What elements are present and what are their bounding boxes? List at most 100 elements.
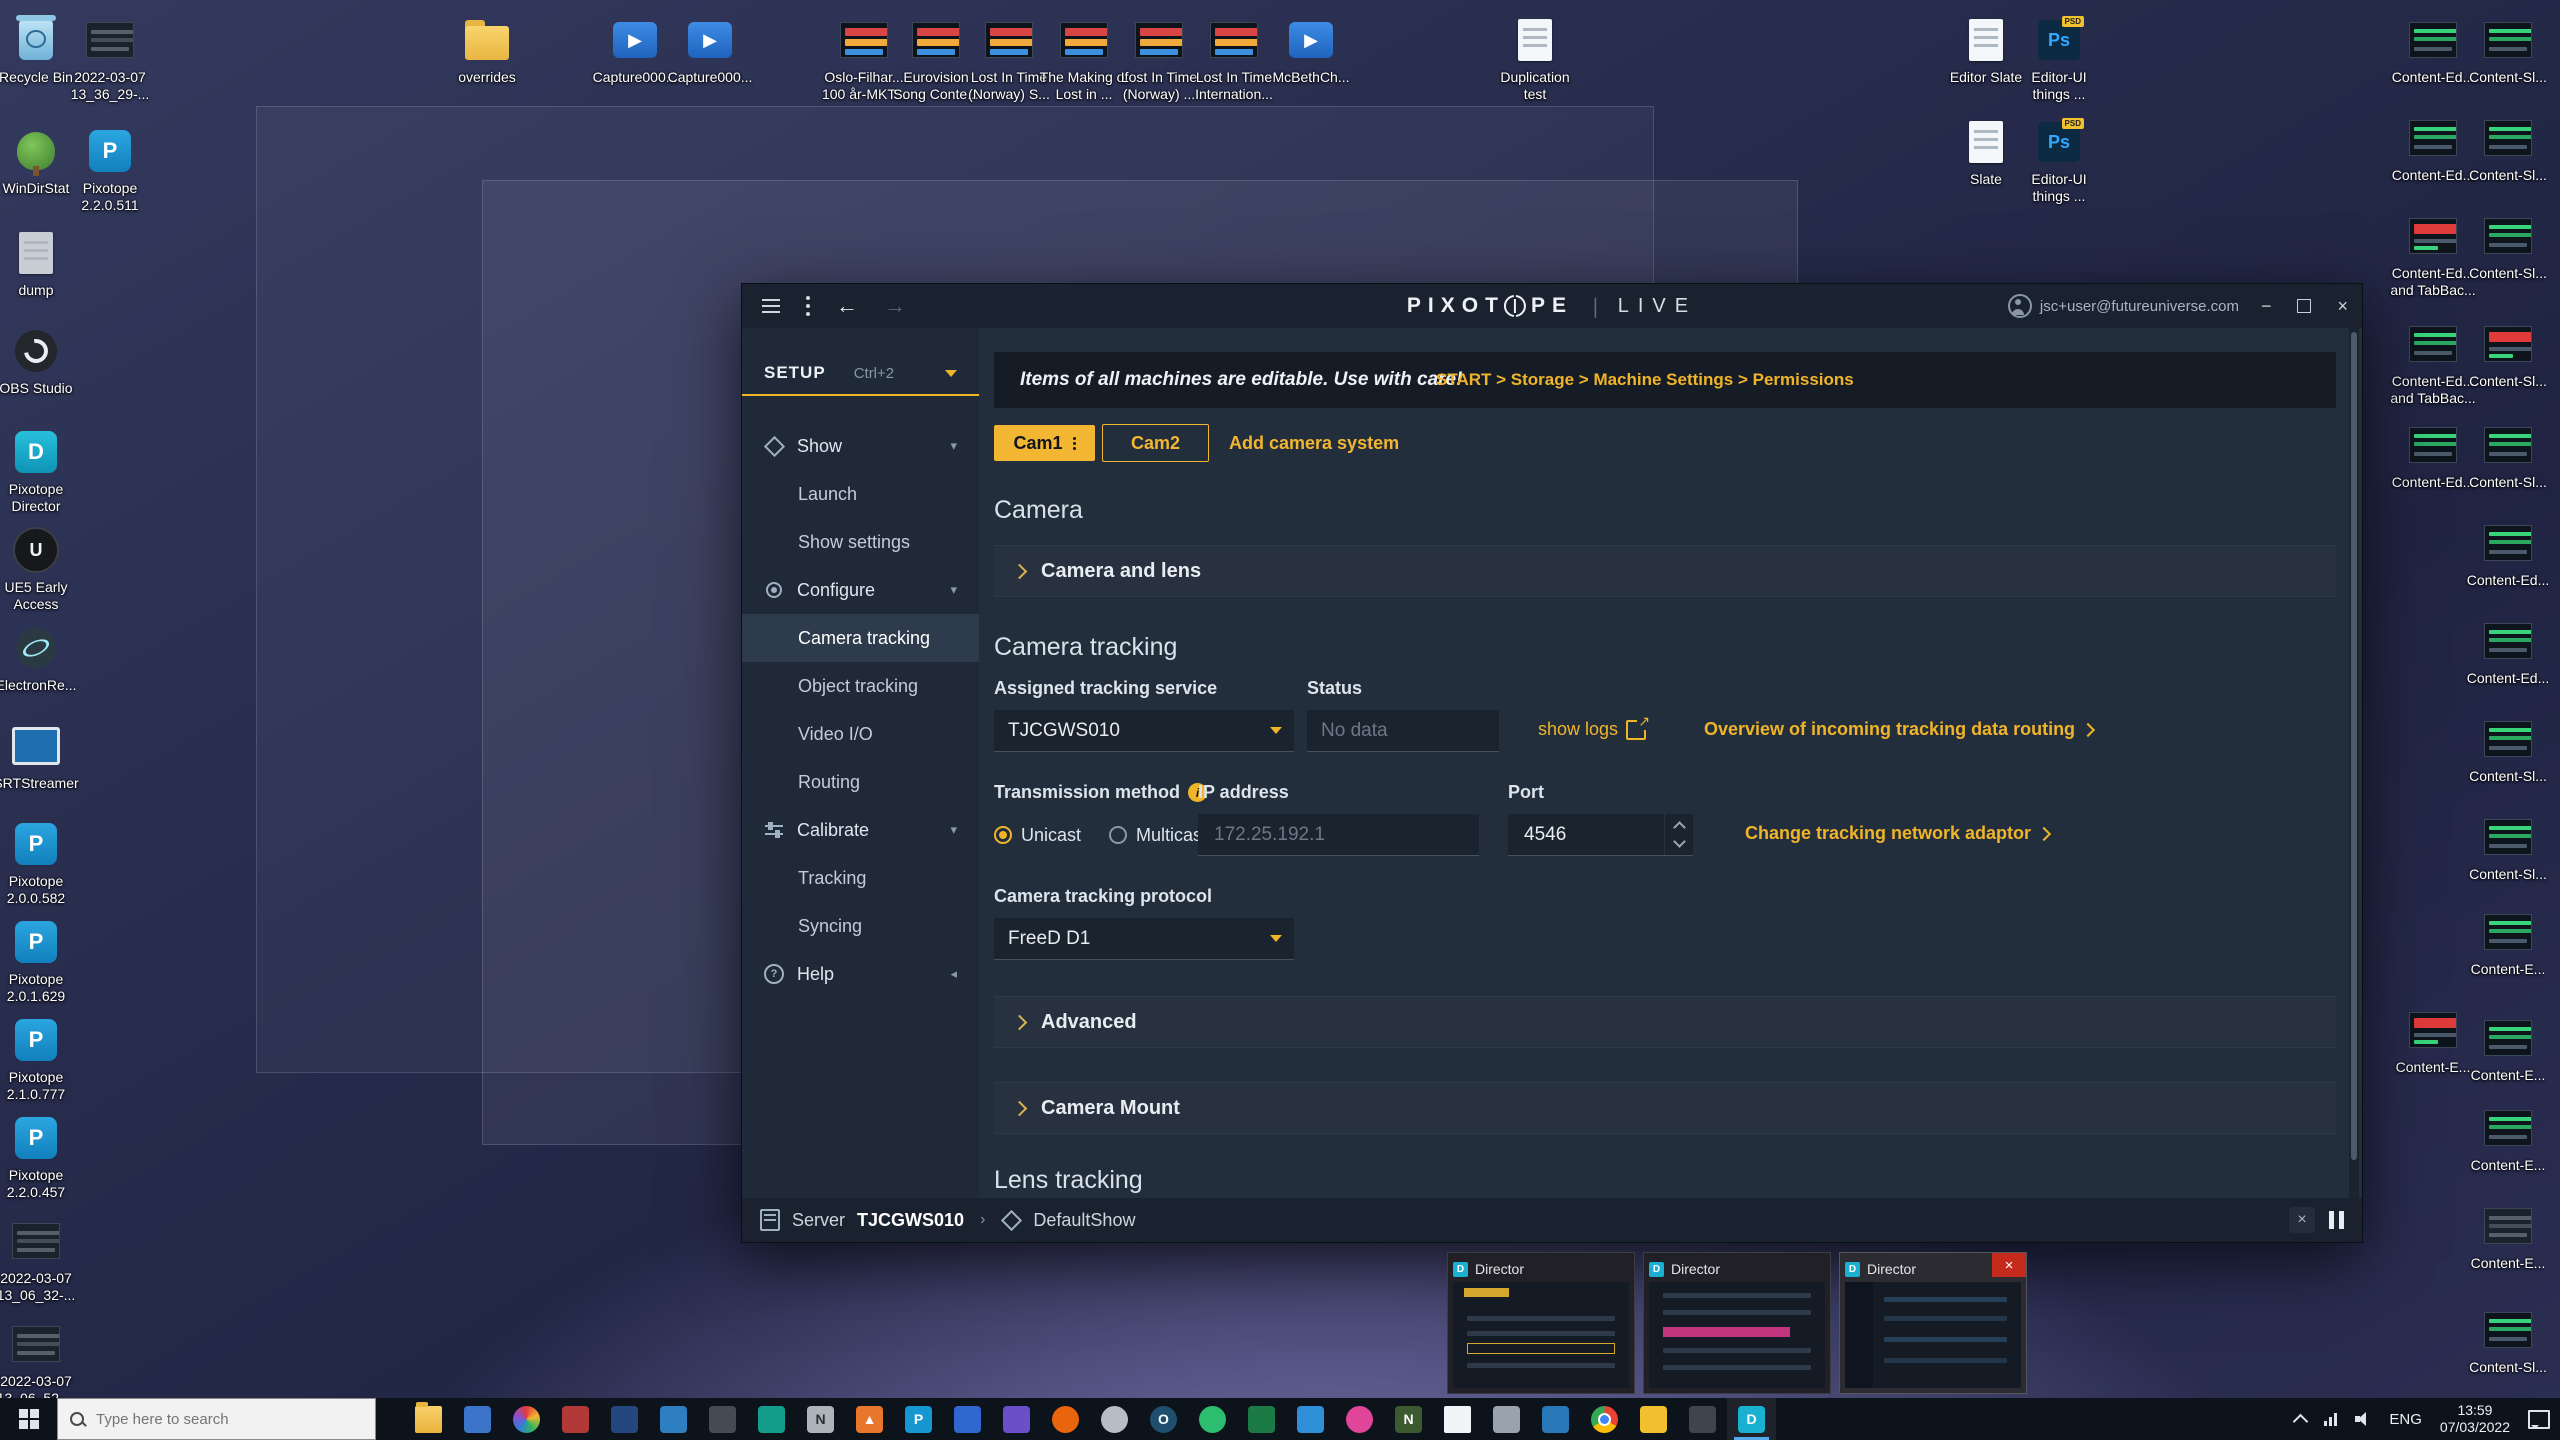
sidebar-group-calibrate[interactable]: Calibrate▾ bbox=[742, 806, 979, 854]
desktop-icon-2022-03-07-13-06-52[interactable]: 2022-03-07 13_06_52-... bbox=[0, 1320, 82, 1406]
preview-card-director[interactable]: DDirector× bbox=[1839, 1252, 2027, 1394]
sidebar-item-show-settings[interactable]: Show settings bbox=[742, 518, 979, 566]
taskbar-app-capture[interactable] bbox=[1678, 1398, 1727, 1440]
network-icon[interactable] bbox=[2324, 1413, 2337, 1426]
desktop-icon-capture000[interactable]: ▶Capture000... bbox=[664, 16, 756, 86]
desktop-icon-pixotope-2-2-0-457[interactable]: PPixotope 2.2.0.457 bbox=[0, 1114, 82, 1200]
preview-card-director[interactable]: DDirector bbox=[1643, 1252, 1831, 1394]
taskbar-app-store[interactable] bbox=[453, 1398, 502, 1440]
desktop-icon-content-e[interactable]: Content-E... bbox=[2462, 1202, 2554, 1272]
camera-and-lens-collapsible[interactable]: Camera and lens bbox=[994, 545, 2336, 597]
taskbar-app-app-pink[interactable] bbox=[1335, 1398, 1384, 1440]
advanced-collapsible[interactable]: Advanced bbox=[994, 996, 2336, 1048]
taskbar-app-calculator[interactable] bbox=[1482, 1398, 1531, 1440]
minimize-button[interactable]: − bbox=[2261, 296, 2272, 317]
ip-address-field[interactable] bbox=[1198, 814, 1479, 856]
desktop-icon-dump[interactable]: dump bbox=[0, 229, 82, 299]
close-button[interactable]: × bbox=[2337, 296, 2348, 317]
desktop-icon-content-ed[interactable]: Content-Ed... bbox=[2462, 617, 2554, 687]
port-field[interactable] bbox=[1508, 814, 1693, 856]
camera-tracking-protocol-dropdown[interactable]: FreeD D1 bbox=[994, 918, 1294, 960]
taskbar-app-app-bluewin[interactable] bbox=[1531, 1398, 1580, 1440]
taskbar-search[interactable] bbox=[57, 1398, 376, 1440]
taskbar-app-app-dgreen[interactable] bbox=[1237, 1398, 1286, 1440]
desktop-icon-electronre[interactable]: ElectronRe... bbox=[0, 624, 82, 694]
desktop-icon-editor-ui-things[interactable]: PsPSDEditor-UI things ... bbox=[2013, 16, 2105, 102]
desktop-icon-pixotope-2-1-0-777[interactable]: PPixotope 2.1.0.777 bbox=[0, 1016, 82, 1102]
assigned-tracking-service-dropdown[interactable]: TJCGWS010 bbox=[994, 710, 1294, 752]
taskbar-app-app-green[interactable] bbox=[1188, 1398, 1237, 1440]
preview-thumbnail[interactable] bbox=[1649, 1282, 1825, 1388]
back-arrow-icon[interactable]: ← bbox=[836, 293, 858, 319]
sidebar-group-help[interactable]: ?Help◂ bbox=[742, 950, 979, 998]
desktop-icon-editor-ui-things[interactable]: PsPSDEditor-UI things ... bbox=[2013, 118, 2105, 204]
collapse-sidebar-icon[interactable] bbox=[762, 297, 780, 315]
desktop-icon-content-e[interactable]: Content-E... bbox=[2462, 908, 2554, 978]
scrollbar-thumb[interactable] bbox=[2351, 332, 2357, 1160]
desktop-icon-pixotope-2-2-0-511[interactable]: PPixotope 2.2.0.511 bbox=[64, 127, 156, 213]
start-button[interactable] bbox=[0, 1398, 57, 1440]
add-camera-system-link[interactable]: Add camera system bbox=[1229, 433, 1399, 454]
sidebar-group-show[interactable]: Show▾ bbox=[742, 422, 979, 470]
preview-card-director[interactable]: DDirector bbox=[1447, 1252, 1635, 1394]
desktop-icon-content-sl[interactable]: Content-Sl... bbox=[2462, 212, 2554, 282]
desktop-icon-srtstreamer[interactable]: SRTStreamer bbox=[0, 722, 82, 792]
taskbar-app-director[interactable]: D bbox=[1727, 1398, 1776, 1440]
port-stepper[interactable] bbox=[1664, 814, 1693, 855]
panel-toggle-icon[interactable]: × bbox=[2289, 1207, 2315, 1233]
preview-thumbnail[interactable] bbox=[1845, 1282, 2021, 1388]
taskbar-app-app-bolt[interactable] bbox=[1629, 1398, 1678, 1440]
desktop-icon-2022-03-07-13-06-32[interactable]: 2022-03-07 13_06_32-... bbox=[0, 1217, 82, 1303]
volume-icon[interactable] bbox=[2355, 1412, 2371, 1426]
forward-arrow-icon[interactable]: → bbox=[884, 293, 906, 319]
show-name[interactable]: DefaultShow bbox=[1033, 1210, 1135, 1231]
taskbar-app-photos[interactable] bbox=[502, 1398, 551, 1440]
taskbar-app-app-dark[interactable] bbox=[698, 1398, 747, 1440]
unicast-radio[interactable]: Unicast bbox=[994, 825, 1081, 846]
desktop-icon-pixotope-director[interactable]: DPixotope Director bbox=[0, 428, 82, 514]
preview-thumbnail[interactable] bbox=[1453, 1282, 1629, 1388]
desktop-icon-2022-03-07-13-36-29[interactable]: 2022-03-07 13_36_29-... bbox=[64, 16, 156, 102]
taskbar-app-app-blue[interactable] bbox=[943, 1398, 992, 1440]
preview-close-button[interactable]: × bbox=[1992, 1253, 2026, 1277]
desktop-icon-pixotope-2-0-0-582[interactable]: PPixotope 2.0.0.582 bbox=[0, 820, 82, 906]
action-center-icon[interactable] bbox=[2528, 1410, 2550, 1429]
multicast-radio[interactable]: Multicast bbox=[1109, 825, 1207, 846]
taskbar-app-app-navy[interactable] bbox=[600, 1398, 649, 1440]
desktop-icon-duplication-test[interactable]: Duplication test bbox=[1489, 16, 1581, 102]
sidebar-item-tracking[interactable]: Tracking bbox=[742, 854, 979, 902]
language-indicator[interactable]: ENG bbox=[2389, 1411, 2422, 1428]
account-menu[interactable]: jsc+user@futureuniverse.com bbox=[2008, 294, 2239, 318]
desktop-icon-overrides[interactable]: overrides bbox=[441, 16, 533, 86]
desktop-icon-content-sl[interactable]: Content-Sl... bbox=[2462, 114, 2554, 184]
desktop-icon-pixotope-2-0-1-629[interactable]: PPixotope 2.0.1.629 bbox=[0, 918, 82, 1004]
sidebar-item-launch[interactable]: Launch bbox=[742, 470, 979, 518]
ip-address-input[interactable] bbox=[1212, 823, 1465, 847]
sidebar-item-video-i-o[interactable]: Video I/O bbox=[742, 710, 979, 758]
sidebar-item-syncing[interactable]: Syncing bbox=[742, 902, 979, 950]
show-logs-link[interactable]: show logs bbox=[1538, 719, 1646, 740]
desktop-icon-content-sl[interactable]: Content-Sl... bbox=[2462, 16, 2554, 86]
desktop-icon-content-sl[interactable]: Content-Sl... bbox=[2462, 813, 2554, 883]
desktop-icon-content-e[interactable]: Content-E... bbox=[2462, 1014, 2554, 1084]
sidebar-item-camera-tracking[interactable]: Camera tracking bbox=[742, 614, 979, 662]
taskbar-app-defender[interactable] bbox=[649, 1398, 698, 1440]
desktop-icon-content-e[interactable]: Content-E... bbox=[2462, 1104, 2554, 1174]
port-input[interactable] bbox=[1522, 823, 1655, 847]
desktop-icon-content-sl[interactable]: Content-Sl... bbox=[2462, 320, 2554, 390]
sidebar-item-object-tracking[interactable]: Object tracking bbox=[742, 662, 979, 710]
taskbar-app-app-red[interactable] bbox=[551, 1398, 600, 1440]
taskbar-app-app-o[interactable]: O bbox=[1139, 1398, 1188, 1440]
tab-cam1[interactable]: Cam1 bbox=[994, 425, 1095, 461]
pause-icon[interactable] bbox=[2329, 1211, 2344, 1229]
desktop-icon-content-sl[interactable]: Content-Sl... bbox=[2462, 715, 2554, 785]
taskbar-app-app-n[interactable]: N bbox=[796, 1398, 845, 1440]
desktop-icon-content-sl[interactable]: Content-Sl... bbox=[2462, 1306, 2554, 1376]
desktop-icon-ue5-early-access[interactable]: UUE5 Early Access bbox=[0, 526, 82, 612]
desktop-icon-mcbethch[interactable]: ▶McBethCh... bbox=[1265, 16, 1357, 86]
setup-mode-selector[interactable]: SETUP Ctrl+2 bbox=[742, 352, 979, 396]
desktop-icon-content-sl[interactable]: Content-Sl... bbox=[2462, 421, 2554, 491]
tracking-data-routing-link[interactable]: Overview of incoming tracking data routi… bbox=[1704, 719, 2093, 740]
tab-cam1-kebab-icon[interactable] bbox=[1073, 435, 1076, 452]
taskbar-app-app-blue2[interactable] bbox=[1286, 1398, 1335, 1440]
